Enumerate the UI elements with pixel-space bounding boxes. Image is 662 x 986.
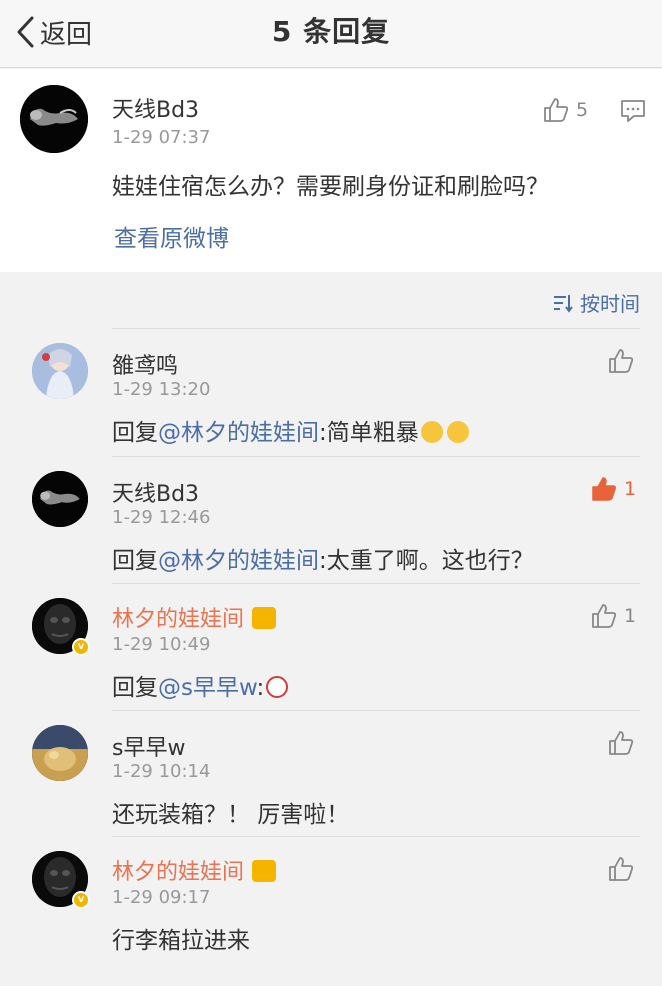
avatar[interactable] [20,85,88,153]
nav-bar: 返回 5 条回复 [0,0,662,68]
avatar-image [20,85,88,153]
username[interactable]: 天线Bd3 [112,476,199,508]
reply-item: 雒鸢鸣 1-29 13:20 回复@林夕的娃娃间:简单粗暴 [0,329,662,456]
timestamp: 1-29 07:37 [112,127,211,148]
like-button[interactable]: 5 [542,96,588,124]
reply-item: v 林夕的娃娃间 1-29 09:17 行李箱拉进来 [0,837,662,986]
comment-icon [621,100,645,122]
laugh-cry-emoji-icon [420,421,443,443]
reply-text: 回复@s早早w: [112,668,289,702]
mention-link[interactable]: @s早早w [158,675,257,701]
reply-body: : [256,675,265,701]
reply-body: :简单粗暴 [319,420,419,446]
username[interactable]: s早早w [112,730,185,762]
like-count: 1 [624,605,637,627]
thumbs-up-icon [609,349,634,373]
vip-crown-icon [252,607,277,629]
reply-prefix: 回复 [112,548,158,574]
avatar[interactable] [32,725,88,781]
like-button[interactable] [607,855,635,883]
reply-prefix: 回复 [112,675,158,701]
sort-label: 按时间 [580,292,640,316]
thumbs-up-filled-icon [592,477,616,501]
vip-crown-icon [252,860,277,882]
username-label: 林夕的娃娃间 [112,860,245,885]
comment-text: 娃娃住宿怎么办？需要刷身份证和刷脸吗？ [112,174,549,200]
avatar-image [32,343,88,399]
view-original-link[interactable]: 查看原微博 [114,219,229,253]
timestamp: 1-29 13:20 [112,379,211,400]
reply-item: v 林夕的娃娃间 1-29 10:49 回复@s早早w: 1 [0,584,662,710]
reply-text: 行李箱拉进来 [112,928,250,954]
mention-link[interactable]: @林夕的娃娃间 [158,420,319,446]
reply-prefix: 回复 [112,420,158,446]
username[interactable]: 雒鸢鸣 [112,348,178,380]
thumbs-up-icon [609,731,634,755]
like-button[interactable]: 1 [590,475,636,503]
avatar-image [32,725,88,781]
thumbs-up-icon [592,604,617,628]
avatar-image [32,471,88,527]
timestamp: 1-29 09:17 [112,887,211,908]
timestamp: 1-29 10:49 [112,634,211,655]
reply-body: :太重了啊。这也行？ [319,548,534,574]
like-button[interactable] [607,347,635,375]
avatar[interactable] [32,471,88,527]
like-button[interactable] [607,729,635,757]
verified-badge-icon: v [72,891,90,909]
reply-text: 回复@林夕的娃娃间:简单粗暴 [112,413,469,447]
sort-bar: 按时间 [0,272,662,328]
verified-badge-icon: v [72,638,90,656]
reply-text: 还玩装箱？！ 厉害啦！ [112,802,350,828]
sort-by-time-button[interactable]: 按时间 [552,288,640,317]
username[interactable]: 林夕的娃娃间 [112,854,277,886]
page-title: 5 条回复 [271,15,391,48]
original-comment: 天线Bd3 1-29 07:37 娃娃住宿怎么办？需要刷身份证和刷脸吗？ 查看原… [0,69,662,272]
laugh-cry-emoji-icon [446,421,469,443]
reply-text: 回复@林夕的娃娃间:太重了啊。这也行？ [112,541,534,575]
mention-link[interactable]: @林夕的娃娃间 [158,548,319,574]
shocked-emoji-icon [266,676,289,698]
username-label: 林夕的娃娃间 [112,607,245,632]
username[interactable]: 天线Bd3 [112,92,199,124]
thumbs-up-icon [544,98,569,122]
avatar[interactable] [32,343,88,399]
like-count: 1 [624,478,637,500]
like-button[interactable]: 1 [590,602,636,630]
reply-item: 天线Bd3 1-29 12:46 回复@林夕的娃娃间:太重了啊。这也行？ 1 [0,457,662,583]
like-count: 5 [576,99,589,121]
timestamp: 1-29 12:46 [112,507,211,528]
comment-button[interactable] [620,98,646,128]
sort-icon [554,294,573,313]
thumbs-up-icon [609,857,634,881]
username[interactable]: 林夕的娃娃间 [112,601,277,633]
timestamp: 1-29 10:14 [112,761,211,782]
reply-item: s早早w 1-29 10:14 还玩装箱？！ 厉害啦！ [0,711,662,836]
